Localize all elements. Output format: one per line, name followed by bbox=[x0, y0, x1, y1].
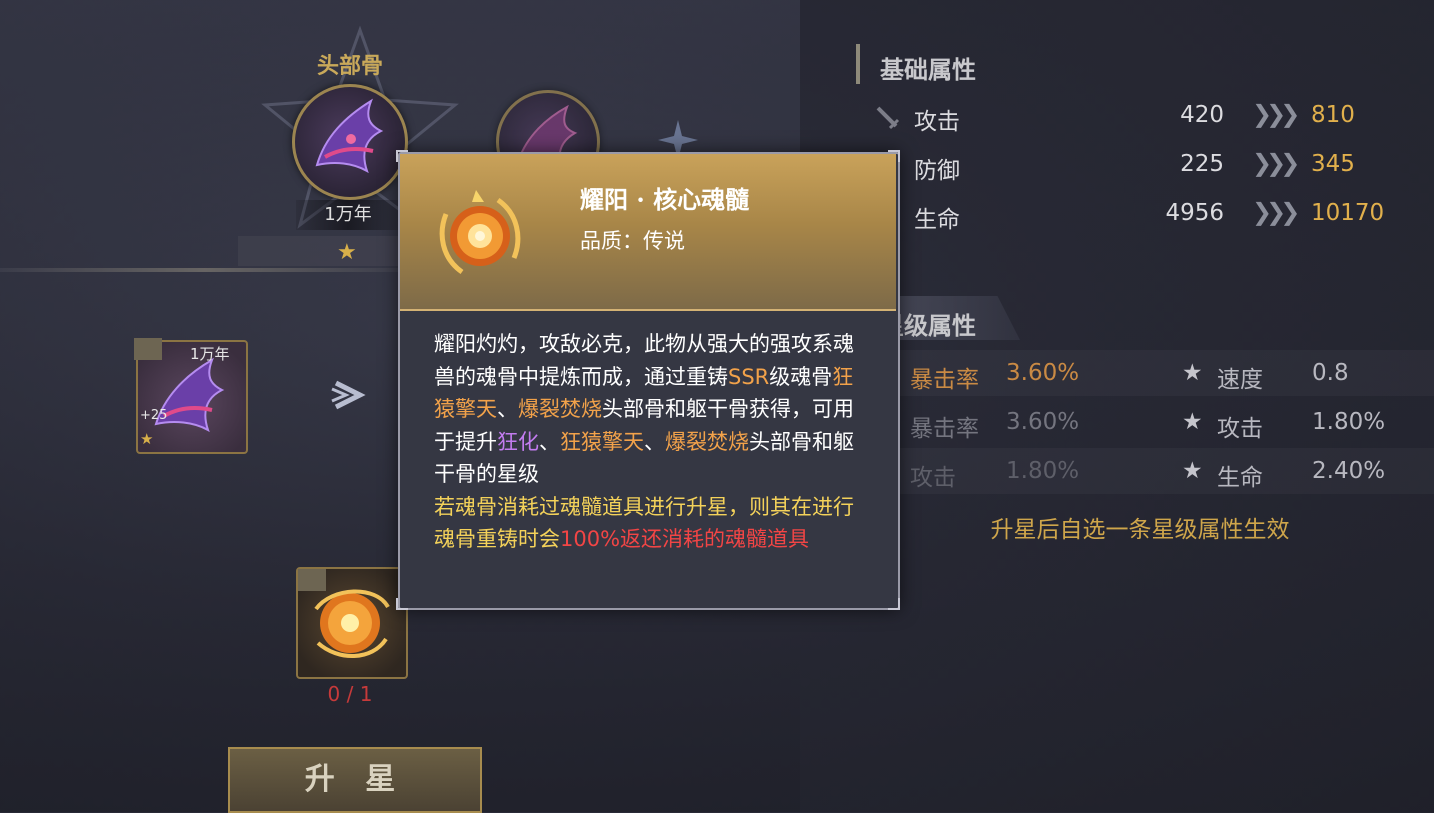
head-bone-slot[interactable] bbox=[292, 84, 408, 200]
star-attr-left-value: 1.80% bbox=[1006, 458, 1080, 484]
desc-segment: 狂猿擎天 bbox=[560, 429, 644, 454]
tooltip-corner bbox=[888, 598, 900, 610]
card-tag-icon bbox=[134, 338, 162, 360]
star-icon: ★ bbox=[337, 240, 357, 265]
tooltip-corner bbox=[888, 150, 900, 162]
star-attr-right-label: 生命 bbox=[1217, 465, 1263, 491]
orb-tag-icon bbox=[298, 569, 326, 591]
double-chevron-icon: ❯❯❯ bbox=[1252, 100, 1300, 128]
star-attr-right-value: 1.80% bbox=[1312, 409, 1386, 435]
basic-attrs-title: 基础属性 bbox=[880, 55, 976, 84]
desc-segment: 狂化 bbox=[497, 429, 539, 454]
star-attr-row[interactable]: 攻击 1.80% ★ 生命 2.40% bbox=[900, 454, 1430, 494]
stat-after-value: 810 bbox=[1311, 102, 1355, 128]
desc-segment: 、 bbox=[644, 429, 665, 454]
bone-age-label: 1万年 bbox=[296, 200, 400, 230]
arrow-right-icon bbox=[331, 380, 366, 410]
stat-base-value: 4956 bbox=[1165, 200, 1224, 226]
desc-segment: SSR bbox=[728, 364, 770, 389]
card-star-icon: ★ bbox=[140, 430, 154, 448]
star-attr-row[interactable]: 暴击率 3.60% ★ 速度 0.8 bbox=[900, 356, 1430, 396]
stat-base-value: 420 bbox=[1180, 102, 1224, 128]
tooltip-item-quality: 品质：传说 bbox=[580, 229, 685, 253]
material-count: 0 / 1 bbox=[327, 682, 373, 706]
star-icon: ★ bbox=[1182, 360, 1203, 386]
tooltip-corner bbox=[396, 598, 408, 610]
star-attr-left-label: 暴击率 bbox=[910, 367, 979, 393]
sword-icon bbox=[874, 104, 902, 132]
stat-label: 攻击 bbox=[914, 109, 960, 135]
tooltip-header-divider bbox=[400, 309, 896, 311]
card-level-label: +25 bbox=[140, 408, 168, 423]
stat-label: 生命 bbox=[914, 207, 960, 233]
desc-segment: 爆裂焚烧 bbox=[518, 397, 602, 421]
star-attr-left-label: 攻击 bbox=[910, 465, 956, 491]
star-attr-note: 升星后自选一条星级属性生效 bbox=[990, 517, 1290, 543]
star-attr-left-value: 3.60% bbox=[1006, 409, 1080, 435]
double-chevron-icon: ❯❯❯ bbox=[1252, 198, 1300, 226]
stat-after-value: 345 bbox=[1311, 151, 1355, 177]
sun-marrow-icon bbox=[439, 190, 521, 275]
stat-label: 防御 bbox=[914, 158, 960, 184]
upstar-button[interactable]: 升 星 bbox=[228, 747, 482, 813]
slot-title: 头部骨 bbox=[316, 53, 383, 79]
stat-row-attack: 攻击 420 ❯❯❯ 810 bbox=[874, 98, 1394, 138]
desc-segment: 100%返还消耗的魂髓道具 bbox=[560, 527, 810, 551]
star-attr-row[interactable]: 暴击率 3.60% ★ 攻击 1.80% bbox=[900, 405, 1430, 445]
section-bar bbox=[856, 44, 860, 84]
double-chevron-icon: ❯❯❯ bbox=[1252, 149, 1300, 177]
desc-segment: 、 bbox=[539, 429, 560, 454]
star-attr-left-value: 3.60% bbox=[1006, 360, 1080, 386]
stat-row-hp: 生命 4956 ❯❯❯ 10170 bbox=[874, 196, 1394, 236]
stat-row-defense: 防御 225 ❯❯❯ 345 bbox=[874, 147, 1394, 187]
star-attr-right-value: 0.8 bbox=[1312, 360, 1349, 386]
star-attr-right-value: 2.40% bbox=[1312, 458, 1386, 484]
slot-divider bbox=[0, 268, 410, 272]
star-attr-right-label: 攻击 bbox=[1217, 416, 1263, 442]
tooltip-item-name: 耀阳 · 核心魂髓 bbox=[580, 185, 750, 214]
star-attr-left-label: 暴击率 bbox=[910, 416, 979, 442]
desc-segment: 爆裂焚烧 bbox=[665, 429, 749, 454]
tooltip-corner bbox=[396, 150, 408, 162]
head-bone-icon bbox=[315, 98, 384, 174]
star-attr-right-label: 速度 bbox=[1217, 367, 1263, 393]
desc-segment: 级魂骨 bbox=[769, 364, 833, 389]
stat-after-value: 10170 bbox=[1311, 200, 1385, 226]
star-icon: ★ bbox=[1182, 458, 1203, 484]
desc-segment: 、 bbox=[497, 397, 518, 421]
star-icon: ★ bbox=[1182, 409, 1203, 435]
card-age-label: 1万年 bbox=[190, 345, 230, 363]
stat-base-value: 225 bbox=[1180, 151, 1224, 177]
tooltip-description: 耀阳灼灼，攻敌必克，此物从强大的强攻系魂兽的魂骨中提炼而成，通过重铸SSR级魂骨… bbox=[434, 328, 874, 556]
